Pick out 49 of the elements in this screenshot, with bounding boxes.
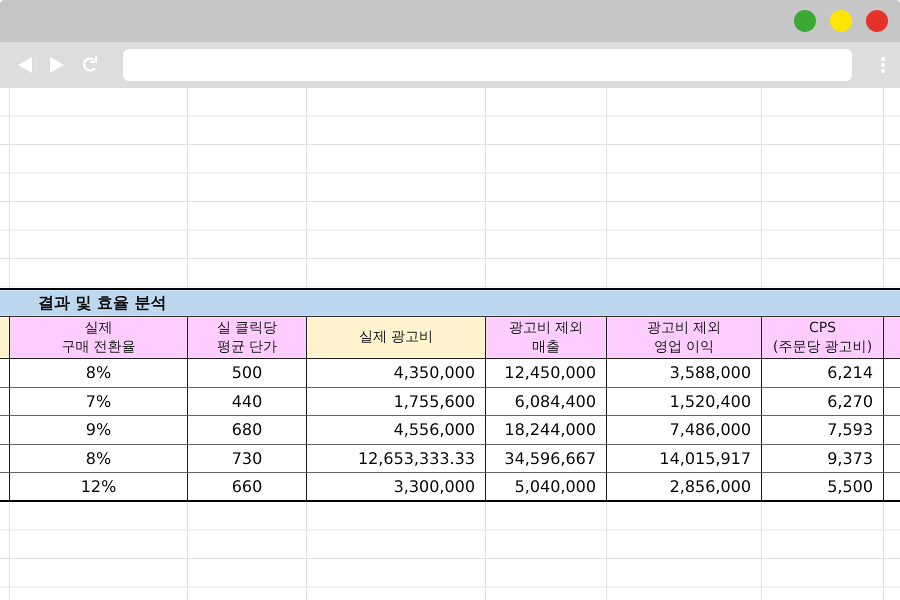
table-cell: 500 (188, 359, 307, 388)
table-cell: 6,214 (762, 359, 884, 388)
table-cell: 9% (10, 416, 188, 445)
table-cell: 1,520,400 (607, 388, 762, 416)
window-control-dot[interactable] (830, 10, 852, 32)
table-cell: 14,015,917 (607, 444, 762, 474)
table-cell: 12% (10, 473, 188, 502)
table-cell: 7,486,000 (607, 416, 762, 445)
header-cell: 실제 광고비 (307, 317, 486, 359)
table-cell: 5,500 (762, 473, 884, 502)
header-cell: 실제 구매 전환율 (10, 317, 188, 359)
table-cell: 3,588,000 (607, 359, 762, 388)
table-cell: 7% (10, 388, 188, 416)
table-cell: 12,450,000 (486, 359, 607, 388)
back-icon[interactable] (17, 56, 33, 74)
table-cell (0, 473, 10, 502)
table-cell: 18,244,000 (486, 416, 607, 445)
menu-icon[interactable] (880, 56, 886, 74)
table-cell: 7,593 (762, 416, 884, 445)
header-cell: 광고비 제외 매출 (486, 317, 607, 359)
table-cell: 660 (188, 473, 307, 502)
window-control-dot[interactable] (866, 10, 888, 32)
table-cell: 9,373 (762, 444, 884, 474)
header-cell: 광고비 제외 영업 이익 (607, 317, 762, 359)
table-cell: 730 (188, 444, 307, 474)
table-cell: 3,300,000 (307, 473, 486, 502)
table-cell: 1,755,600 (307, 388, 486, 416)
table-cell: 4,556,000 (307, 416, 486, 445)
table-cell: 34,596,667 (486, 444, 607, 474)
table-cell (0, 388, 10, 416)
table-cell: 8% (10, 444, 188, 474)
table-cell: 440 (188, 388, 307, 416)
table-cell: 4,350,000 (307, 359, 486, 388)
table-cell: 5,040,000 (486, 473, 607, 502)
table-cell: 6,270 (762, 388, 884, 416)
table-cell (0, 416, 10, 445)
header-cell: 실 클릭당 평균 단가 (188, 317, 307, 359)
table-cell: 680 (188, 416, 307, 445)
table-cell: 8% (10, 359, 188, 388)
table-cell: 12,653,333.33 (307, 444, 486, 474)
header-cell: CPS (주문당 광고비) (762, 317, 884, 359)
table-cell (0, 444, 10, 474)
table-cell: 2,856,000 (607, 473, 762, 502)
address-bar[interactable] (123, 49, 852, 81)
table-cell (0, 359, 10, 388)
table-cell: 6,084,400 (486, 388, 607, 416)
forward-icon[interactable] (49, 56, 65, 74)
window-control-dot[interactable] (794, 10, 816, 32)
section-title: 결과 및 효율 분석 (38, 292, 167, 314)
